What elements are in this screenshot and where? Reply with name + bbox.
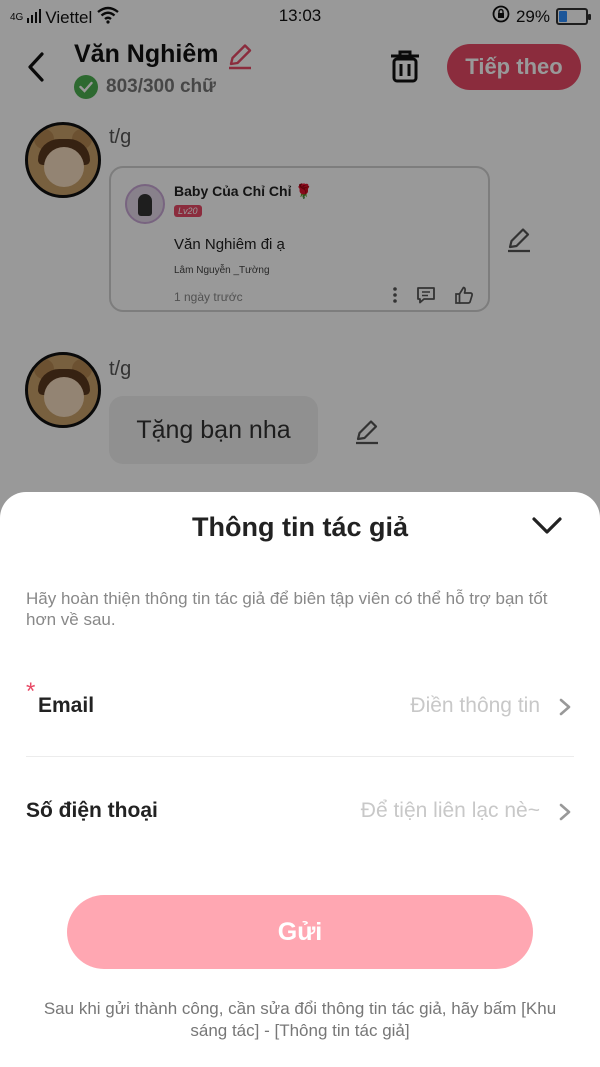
chevron-right-icon xyxy=(559,698,571,716)
author-info-sheet: Thông tin tác giả Hãy hoàn thiện thông t… xyxy=(0,492,600,1067)
email-field[interactable]: * Email Điền thông tin xyxy=(26,676,574,736)
collapse-button[interactable] xyxy=(530,514,564,538)
send-button[interactable]: Gửi xyxy=(67,895,533,969)
required-mark: * xyxy=(26,678,36,705)
phone-field[interactable]: Số điện thoại Để tiện liên lạc nè~ xyxy=(26,781,574,841)
email-label: Email xyxy=(38,694,95,717)
sheet-description: Hãy hoàn thiện thông tin tác giả để biên… xyxy=(26,589,548,629)
email-placeholder: Điền thông tin xyxy=(410,694,540,717)
chevron-down-icon xyxy=(532,517,562,534)
divider xyxy=(26,756,574,757)
phone-label: Số điện thoại xyxy=(26,799,158,822)
sheet-footer-note: Sau khi gửi thành công, cần sửa đổi thôn… xyxy=(43,999,557,1040)
chevron-right-icon xyxy=(559,803,571,821)
sheet-title: Thông tin tác giả xyxy=(192,512,408,542)
phone-placeholder: Để tiện liên lạc nè~ xyxy=(360,799,540,822)
